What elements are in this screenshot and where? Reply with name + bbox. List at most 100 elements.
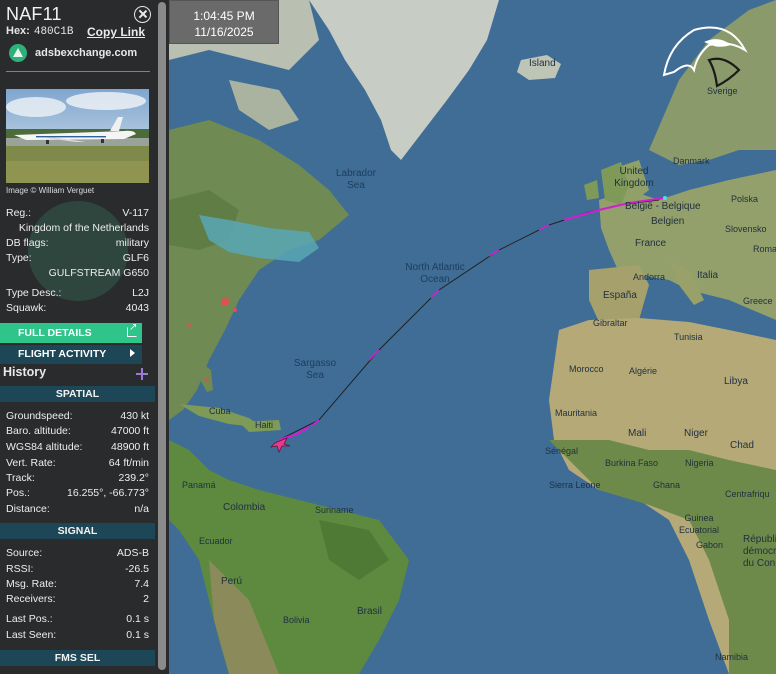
map-label: Brasil <box>357 606 383 617</box>
map-label: Ghana <box>653 480 681 490</box>
aircraft-callsign: NAF11 <box>6 4 62 24</box>
map-label: Colombia <box>223 502 266 513</box>
model-value: GULFSTREAM G650 <box>48 267 149 279</box>
track-label: Track: <box>6 472 35 484</box>
adsbexchange-link[interactable]: adsbexchange.com <box>9 44 137 62</box>
vert-rate-label: Vert. Rate: <box>6 457 56 469</box>
divider <box>6 71 150 72</box>
baro-altitude-label: Baro. altitude: <box>6 425 71 437</box>
last-pos-value: 0.1 s <box>126 613 149 625</box>
position-label: Pos.: <box>6 487 30 499</box>
map-label: Sargasso Sea <box>293 358 337 381</box>
last-seen-value: 0.1 s <box>126 629 149 641</box>
full-details-button[interactable]: FULL DETAILS <box>0 322 142 343</box>
type-value: GLF6 <box>122 252 149 264</box>
map-label: Sverige <box>707 86 738 96</box>
map-label: Cuba <box>209 406 231 416</box>
sidebar-scrollbar[interactable] <box>155 0 169 674</box>
receivers-value: 2 <box>143 593 149 605</box>
hex-label: Hex: <box>6 25 30 37</box>
adsbexchange-logo-icon <box>9 44 27 62</box>
signal-header[interactable]: SIGNAL <box>0 523 155 539</box>
reg-value: V-117 <box>122 207 149 219</box>
dbflags-value: military <box>115 237 149 249</box>
plus-icon[interactable] <box>136 368 148 380</box>
map-label: Mali <box>628 428 647 439</box>
rssi-label: RSSI: <box>6 563 34 575</box>
clock-date: 11/16/2025 <box>194 25 254 39</box>
rssi-value: -26.5 <box>125 563 149 575</box>
baro-altitude-value: 47000 ft <box>111 425 149 437</box>
map-label: Sierra Leone <box>549 480 601 490</box>
history-heading: History <box>3 365 47 379</box>
map-label: Italia <box>697 270 719 281</box>
groundspeed-label: Groundspeed: <box>6 410 73 422</box>
wgs84-altitude-value: 48900 ft <box>111 441 149 453</box>
source-label: Source: <box>6 547 43 559</box>
map-label: Morocco <box>569 364 604 374</box>
map-label: België - Belgique <box>625 201 701 212</box>
map-label: Haiti <box>255 420 274 430</box>
distance-value: n/a <box>134 503 149 515</box>
map-label: Danmark <box>673 156 710 166</box>
flight-activity-button[interactable]: FLIGHT ACTIVITY <box>0 345 142 364</box>
squawk-value: 4043 <box>125 302 149 314</box>
aircraft-photo[interactable] <box>6 89 149 183</box>
full-details-label: FULL DETAILS <box>18 327 92 339</box>
map-label: Centrafriqu <box>725 489 770 499</box>
map-label: España <box>603 290 637 301</box>
fms-sel-header[interactable]: FMS SEL <box>0 650 155 666</box>
typedesc-value: L2J <box>132 287 149 299</box>
country-value: Kingdom of the Netherlands <box>18 222 149 234</box>
msg-rate-value: 7.4 <box>134 578 149 590</box>
map-label: Polska <box>731 194 759 204</box>
map-label: North Atlantic Ocean <box>405 262 465 285</box>
map-label: Nigeria <box>685 458 714 468</box>
clock-display: 1:04:45 PM 11/16/2025 <box>169 0 279 44</box>
map-label: Slovensko <box>725 224 767 234</box>
map-label: Mauritania <box>555 408 598 418</box>
chevron-right-icon <box>130 349 135 357</box>
map-label: Perú <box>221 576 243 587</box>
map-label: Andorra <box>633 272 666 282</box>
squawk-label: Squawk: <box>6 302 47 314</box>
map-label: Bolivia <box>283 615 310 625</box>
copy-link[interactable]: Copy Link <box>87 25 145 39</box>
close-icon[interactable] <box>134 6 151 23</box>
wgs84-altitude-label: WGS84 altitude: <box>6 441 83 453</box>
map-label: Suriname <box>315 505 354 515</box>
map-label: Républiquedémocratdu Con <box>743 534 776 569</box>
hex-row: Hex: 480C1B <box>6 25 73 38</box>
map-label: Greece <box>743 296 773 306</box>
vert-rate-value: 64 ft/min <box>108 457 149 469</box>
map-label: Tunisia <box>674 332 703 342</box>
type-label: Type: <box>6 252 32 264</box>
last-seen-label: Last Seen: <box>6 629 57 641</box>
last-pos-label: Last Pos.: <box>6 613 53 625</box>
scrollbar-thumb[interactable] <box>158 2 166 670</box>
track-value: 239.2° <box>118 472 149 484</box>
dbflags-label: DB flags: <box>6 237 49 249</box>
typedesc-label: Type Desc.: <box>6 287 62 299</box>
map-label: Belgien <box>651 216 685 227</box>
map-label: Namibia <box>715 652 749 662</box>
map-label: Sénégal <box>545 446 579 456</box>
map-label: Ecuador <box>199 536 233 546</box>
distance-label: Distance: <box>6 503 50 515</box>
photo-credit: Image © William Verguet <box>6 186 95 195</box>
map-label: France <box>635 238 667 249</box>
map-label: Gabon <box>696 540 724 550</box>
map-label: Burkina Faso <box>605 458 659 468</box>
map-label: Chad <box>730 440 754 451</box>
spatial-header[interactable]: SPATIAL <box>0 386 155 402</box>
external-link-icon <box>127 322 137 337</box>
map-label: Roma <box>753 244 776 254</box>
reg-label: Reg.: <box>6 207 32 219</box>
map-label: Niger <box>684 428 708 439</box>
map-label: Island <box>529 58 556 69</box>
hex-value: 480C1B <box>33 26 74 38</box>
map-view[interactable]: 1:04:45 PM 11/16/2025 Island Labrador Sea… <box>169 0 776 674</box>
map-label: Algérie <box>629 366 658 376</box>
receivers-label: Receivers: <box>6 593 56 605</box>
aircraft-info-panel: NAF11 Hex: 480C1B Copy Link adsbexchange.… <box>0 0 155 674</box>
